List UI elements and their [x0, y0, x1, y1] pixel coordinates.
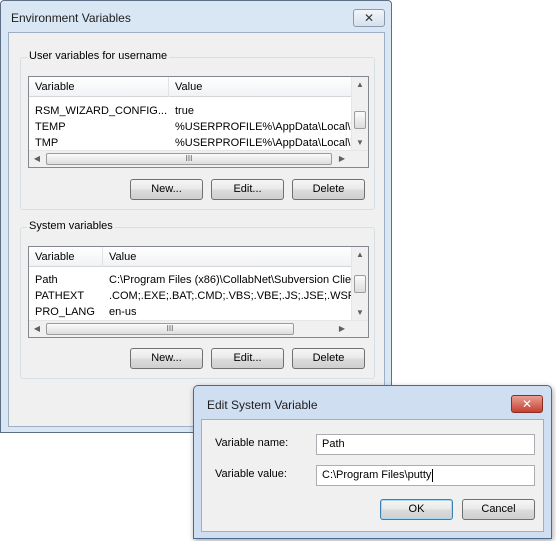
cancel-button[interactable]: Cancel — [462, 499, 535, 520]
column-header-variable[interactable]: Variable — [29, 247, 103, 267]
environment-variables-window: Environment Variables ✕ User variables f… — [0, 0, 392, 433]
variable-value-input[interactable]: C:\Program Files\putty — [316, 465, 535, 486]
scroll-right-icon[interactable]: ▶ — [334, 151, 350, 167]
table-row[interactable]: PATHEXT .COM;.EXE;.BAT;.CMD;.VBS;.VBE;.J… — [29, 288, 355, 304]
scroll-thumb[interactable] — [354, 275, 366, 293]
row-value: true — [175, 105, 194, 117]
scroll-up-icon[interactable]: ▲ — [352, 77, 368, 93]
scroll-thumb[interactable]: III — [46, 323, 294, 335]
scroll-left-icon[interactable]: ◀ — [29, 321, 45, 337]
table-row[interactable]: PRO_LANG en-us — [29, 304, 351, 320]
user-variables-list[interactable]: Variable Value RSM_WIZARD_CONFIG... true… — [28, 76, 369, 168]
column-header-value[interactable]: Value — [103, 247, 351, 267]
row-variable: TEMP — [35, 121, 66, 133]
close-icon[interactable]: ✕ — [353, 9, 385, 27]
row-variable: PATHEXT — [35, 290, 85, 302]
row-value: .COM;.EXE;.BAT;.CMD;.VBS;.VBE;.JS;.JSE;.… — [109, 290, 355, 302]
edit-system-variable-dialog: Edit System Variable ✕ Variable name: Pa… — [193, 385, 552, 539]
row-value: en-us — [109, 306, 137, 318]
user-variables-title: User variables for username — [27, 50, 170, 62]
scroll-thumb[interactable] — [354, 111, 366, 129]
row-variable: RSM_WIZARD_CONFIG... — [35, 105, 168, 117]
row-variable: Path — [35, 274, 58, 286]
variable-value-text: C:\Program Files\putty — [322, 469, 432, 481]
variable-value-label: Variable value: — [215, 468, 287, 480]
scroll-right-icon[interactable]: ▶ — [334, 321, 350, 337]
row-value: %USERPROFILE%\AppData\Local\T — [175, 137, 358, 149]
table-row[interactable]: TMP %USERPROFILE%\AppData\Local\T — [29, 135, 357, 151]
row-variable: PRO_LANG — [35, 306, 95, 318]
system-edit-button[interactable]: Edit... — [211, 348, 284, 369]
window-client-area: User variables for username Variable Val… — [8, 32, 385, 427]
close-icon[interactable]: ✕ — [511, 395, 543, 413]
scroll-left-icon[interactable]: ◀ — [29, 151, 45, 167]
list-header: Variable Value — [29, 77, 351, 97]
row-value: %USERPROFILE%\AppData\Local\T — [175, 121, 358, 133]
horizontal-scrollbar[interactable]: ◀ III ▶ — [29, 150, 368, 167]
variable-name-input[interactable]: Path — [316, 434, 535, 455]
vertical-scrollbar[interactable]: ▲ ▼ — [351, 247, 368, 321]
column-header-value[interactable]: Value — [169, 77, 351, 97]
system-variables-group: System variables Variable Value Path C:\… — [20, 220, 375, 379]
scroll-up-icon[interactable]: ▲ — [352, 247, 368, 263]
horizontal-scrollbar[interactable]: ◀ III ▶ — [29, 320, 368, 337]
system-variables-title: System variables — [27, 220, 115, 232]
variable-name-label: Variable name: — [215, 437, 289, 449]
list-header: Variable Value — [29, 247, 351, 267]
scroll-down-icon[interactable]: ▼ — [352, 305, 368, 321]
table-row[interactable]: TEMP %USERPROFILE%\AppData\Local\T — [29, 119, 357, 135]
system-variables-list[interactable]: Variable Value Path C:\Program Files (x8… — [28, 246, 369, 338]
system-delete-button[interactable]: Delete — [292, 348, 365, 369]
scroll-down-icon[interactable]: ▼ — [352, 135, 368, 151]
row-variable: TMP — [35, 137, 59, 149]
table-row[interactable]: Path C:\Program Files (x86)\CollabNet\Su… — [29, 272, 351, 288]
row-value: C:\Program Files (x86)\CollabNet\Subvers… — [109, 274, 352, 286]
dialog-client-area: Variable name: Path Variable value: C:\P… — [201, 419, 544, 532]
user-edit-button[interactable]: Edit... — [211, 179, 284, 200]
system-new-button[interactable]: New... — [130, 348, 203, 369]
column-header-variable[interactable]: Variable — [29, 77, 169, 97]
user-new-button[interactable]: New... — [130, 179, 203, 200]
table-row[interactable]: RSM_WIZARD_CONFIG... true — [29, 103, 351, 119]
window-title: Environment Variables — [11, 11, 131, 25]
variable-name-value: Path — [322, 438, 345, 450]
vertical-scrollbar[interactable]: ▲ ▼ — [351, 77, 368, 151]
ok-button[interactable]: OK — [380, 499, 453, 520]
text-cursor — [432, 468, 434, 482]
grip-icon: III — [166, 324, 174, 333]
scroll-thumb[interactable]: III — [46, 153, 332, 165]
grip-icon: III — [185, 154, 193, 163]
user-delete-button[interactable]: Delete — [292, 179, 365, 200]
user-variables-group: User variables for username Variable Val… — [20, 50, 375, 210]
dialog-title: Edit System Variable — [207, 398, 318, 412]
